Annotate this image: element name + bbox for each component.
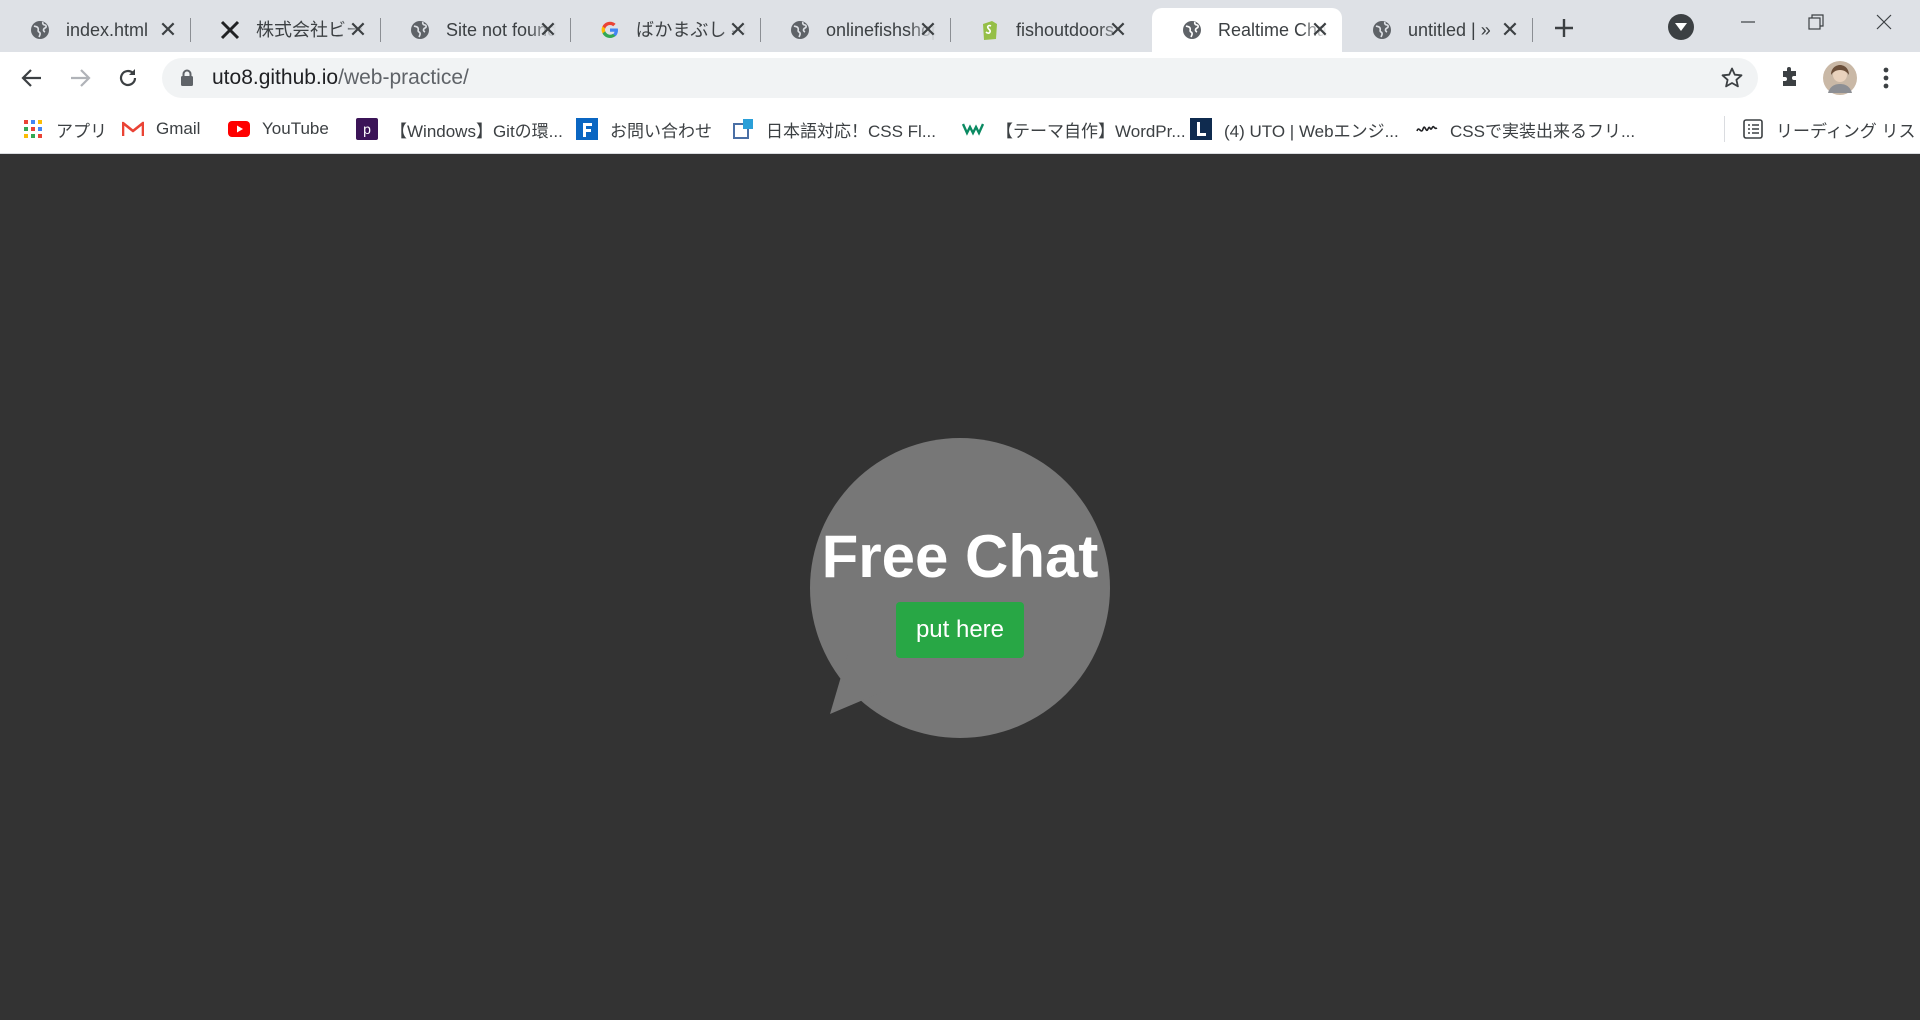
url-text: uto8.github.io/web-practice/ [212, 66, 469, 90]
tab-realtime-chat[interactable]: Realtime Chat ✕ [1152, 8, 1342, 52]
close-tab-icon[interactable]: ✕ [1310, 19, 1330, 41]
apps-grid-icon [22, 118, 44, 140]
tab-company[interactable]: 株式会社ビーエックス ✕ [190, 8, 381, 52]
bookmark-youtube[interactable]: YouTube [228, 116, 329, 142]
restore-button[interactable] [1794, 6, 1838, 38]
tab-search-button[interactable] [1668, 14, 1694, 40]
bookmark-css-flex[interactable]: 日本語対応！CSS Fl... [732, 116, 936, 142]
put-here-button[interactable]: put here [896, 602, 1024, 658]
reload-button[interactable] [112, 62, 144, 94]
globe-icon [1372, 20, 1392, 40]
purple-p-icon: p [356, 118, 378, 140]
shopify-icon [980, 20, 1000, 40]
globe-icon [790, 20, 810, 40]
close-tab-icon[interactable]: ✕ [918, 19, 938, 41]
lock-icon [180, 69, 194, 92]
browser-toolbar: uto8.github.io/web-practice/ [0, 52, 1920, 104]
tab-index-html[interactable]: index.html ✕ [0, 8, 191, 52]
minimize-button[interactable] [1726, 6, 1770, 38]
l-logo-icon [1190, 118, 1212, 140]
x-logo-icon [220, 20, 240, 40]
tab-separator [1532, 18, 1533, 42]
profile-avatar[interactable] [1822, 60, 1858, 96]
bookmark-label: お問い合わせ [610, 121, 712, 141]
new-tab-button[interactable] [1548, 12, 1580, 44]
bookmarks-bar: アプリ Gmail YouTube p 【Windows】Gitの環... お問… [0, 104, 1920, 154]
bookmark-label: 日本語対応！CSS Fl... [766, 121, 937, 141]
close-icon [1876, 14, 1892, 30]
globe-icon [410, 20, 430, 40]
close-window-button[interactable] [1862, 6, 1906, 38]
url-host: uto8.github.io [212, 66, 339, 89]
close-tab-icon[interactable]: ✕ [538, 19, 558, 41]
extensions-button[interactable] [1774, 62, 1806, 94]
avatar-icon [1823, 61, 1857, 95]
close-tab-icon[interactable]: ✕ [348, 19, 368, 41]
bookmark-label: (4) UTO | Webエンジ... [1224, 121, 1399, 141]
page-title: Free Chat [821, 523, 1099, 590]
reading-list-label: リーディング リスト [1776, 121, 1920, 141]
chevron-down-icon [1675, 23, 1687, 31]
globe-icon [30, 20, 50, 40]
reading-list-button[interactable]: リーディング リスト [1742, 116, 1920, 142]
arrow-right-icon [71, 69, 91, 87]
tab-untitled[interactable]: untitled | » ✕ [1342, 8, 1533, 52]
bookmark-git-windows[interactable]: p 【Windows】Gitの環... [356, 116, 563, 142]
close-tab-icon[interactable]: ✕ [158, 19, 178, 41]
external-box-icon [732, 118, 754, 140]
puzzle-icon [1783, 67, 1796, 86]
close-tab-icon[interactable]: ✕ [728, 19, 748, 41]
menu-button[interactable] [1870, 62, 1902, 94]
bookmark-label: 【テーマ自作】WordPr... [996, 121, 1186, 141]
youtube-icon [228, 118, 250, 140]
globe-icon [1182, 20, 1202, 40]
close-tab-icon[interactable]: ✕ [1108, 19, 1128, 41]
tab-site-not-found[interactable]: Site not found ✕ [380, 8, 571, 52]
bookmark-star-icon[interactable] [1720, 66, 1744, 95]
bookmark-uto-engineer[interactable]: (4) UTO | Webエンジ... [1190, 116, 1399, 142]
more-vertical-icon [1883, 67, 1889, 89]
bookmark-label: 【Windows】Gitの環... [390, 121, 563, 141]
bookmark-label: CSSで実装出来るフリ... [1450, 121, 1636, 141]
google-icon [600, 20, 620, 40]
tab-fishoutdoors[interactable]: fishoutdoors ✕ [950, 8, 1140, 52]
url-path: /web-practice/ [338, 66, 469, 89]
green-logo-icon [962, 118, 984, 140]
bookmark-label: Gmail [156, 119, 201, 138]
chat-bubble-tail [830, 646, 882, 714]
svg-text:p: p [363, 121, 371, 137]
bookmark-css-free[interactable]: CSSで実装出来るフリ... [1416, 116, 1635, 142]
reading-list-icon [1742, 118, 1764, 140]
handwriting-icon [1416, 118, 1438, 140]
gmail-icon [122, 118, 144, 140]
bookmark-apps[interactable]: アプリ [22, 116, 107, 142]
bookmark-gmail[interactable]: Gmail [122, 116, 200, 142]
bookmarks-separator [1724, 116, 1725, 142]
bookmark-wordpress-theme[interactable]: 【テーマ自作】WordPr... [962, 116, 1186, 142]
minimize-icon [1741, 21, 1755, 23]
forward-button[interactable] [64, 62, 96, 94]
bookmark-contact[interactable]: お問い合わせ [576, 116, 712, 142]
bookmark-label: アプリ [56, 121, 107, 141]
restore-icon [1808, 14, 1824, 30]
blue-f-icon [576, 118, 598, 140]
arrow-left-icon [21, 69, 41, 87]
bookmark-label: YouTube [262, 119, 329, 138]
page-content: Free Chat put here [0, 154, 1920, 1020]
address-bar[interactable]: uto8.github.io/web-practice/ [162, 58, 1758, 98]
reload-icon [119, 69, 137, 87]
back-button[interactable] [16, 62, 48, 94]
tab-strip: index.html ✕ 株式会社ビーエックス ✕ Site not found… [0, 0, 1920, 52]
tab-google-search[interactable]: ばかまぶし - Google ✕ [570, 8, 761, 52]
tab-onlinefishshop[interactable]: onlinefishshop ✕ [760, 8, 951, 52]
close-tab-icon[interactable]: ✕ [1500, 19, 1520, 41]
